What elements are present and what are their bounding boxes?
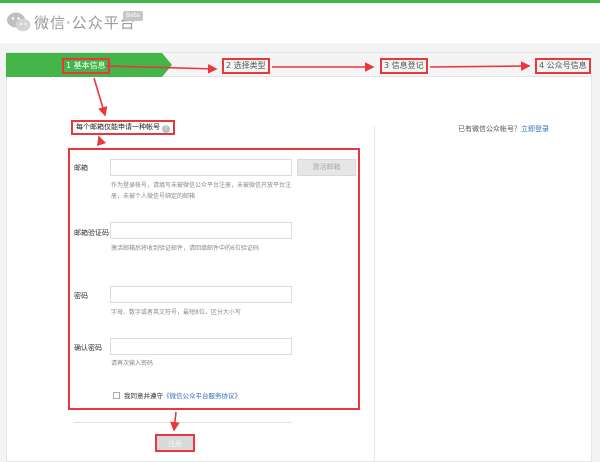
email-label: 邮箱 bbox=[74, 164, 88, 172]
confirm-password-input[interactable] bbox=[110, 338, 292, 355]
register-button[interactable]: 注册 bbox=[155, 434, 195, 452]
password-input[interactable] bbox=[110, 286, 292, 303]
step-basic-info: 1 基本信息 bbox=[62, 58, 110, 74]
step-info-register: 3 信息登记 bbox=[380, 58, 428, 74]
code-tip: 激活邮箱后将收到验证邮件，请回填邮件中的6位验证码 bbox=[111, 245, 259, 252]
agreement-link[interactable]: 《微信公众平台服务协议》 bbox=[163, 392, 241, 400]
agree-checkbox[interactable] bbox=[113, 392, 120, 399]
login-hint-text: 已有微信公众帐号？ bbox=[458, 125, 521, 133]
email-input[interactable] bbox=[110, 159, 292, 176]
step-account-info: 4 公众号信息 bbox=[535, 58, 591, 74]
agreement-row: 我同意并遵守《微信公众平台服务协议》 bbox=[113, 392, 241, 401]
confirm-password-tip: 请再次输入密码 bbox=[111, 360, 154, 367]
login-hint: 已有微信公众帐号？立即登录 bbox=[458, 124, 549, 134]
beta-badge: Beta bbox=[123, 11, 143, 21]
site-title: 微信·公众平台 bbox=[34, 14, 136, 32]
email-notice-text: 每个邮箱仅能申请一种帐号 bbox=[76, 123, 160, 131]
email-notice: 每个邮箱仅能申请一种帐号? bbox=[71, 120, 175, 135]
form-divider bbox=[74, 422, 292, 423]
confirm-password-label: 确认密码 bbox=[74, 344, 102, 352]
password-tip: 字母、数字或者英文符号，最短8位，区分大小写 bbox=[111, 309, 241, 316]
column-divider bbox=[374, 126, 375, 462]
help-icon[interactable]: ? bbox=[162, 125, 170, 133]
email-tip: 作为登录帐号，请填写未被微信公众平台注册，未被微信开放平台注册，未被个人微信号绑… bbox=[111, 182, 292, 200]
wechat-logo-icon bbox=[7, 12, 31, 32]
code-label: 邮箱验证码 bbox=[74, 229, 109, 237]
step-choose-type: 2 选择类型 bbox=[222, 58, 270, 74]
login-link[interactable]: 立即登录 bbox=[521, 125, 549, 133]
agree-text: 我同意并遵守 bbox=[124, 392, 163, 400]
code-input[interactable] bbox=[110, 222, 292, 239]
site-header: 微信·公众平台 Beta bbox=[0, 3, 600, 43]
password-label: 密码 bbox=[74, 292, 88, 300]
activate-email-button[interactable]: 激活邮箱 bbox=[297, 159, 356, 176]
